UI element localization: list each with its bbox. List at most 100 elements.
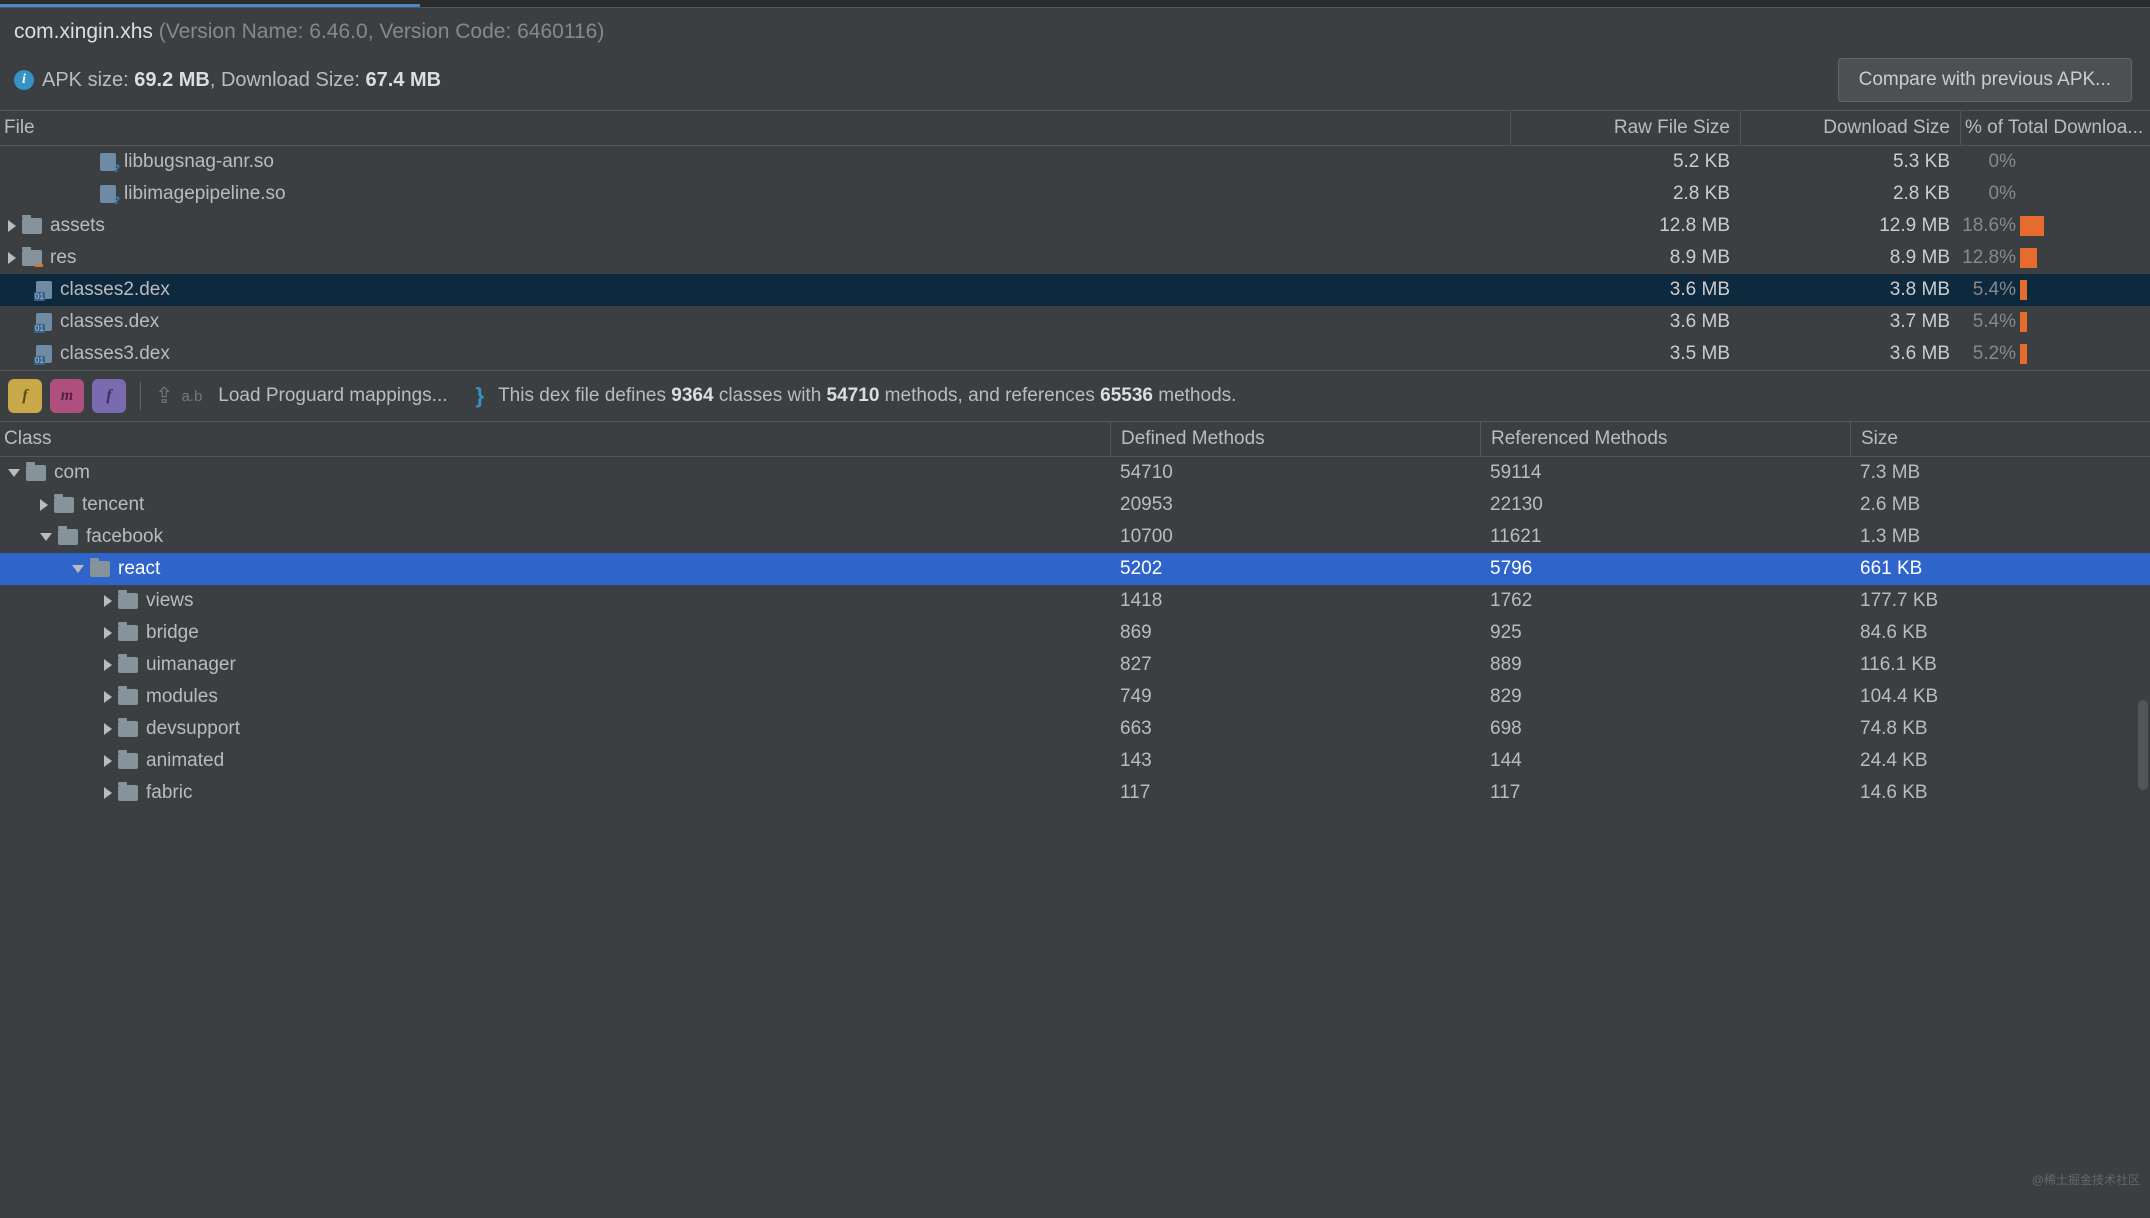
package-title: com.xingin.xhs (Version Name: 6.46.0, Ve… xyxy=(14,20,2136,44)
class-row[interactable]: devsupport66369874.8 KB xyxy=(0,713,2150,745)
col-file[interactable]: File xyxy=(0,111,1510,145)
filter-fields-button[interactable]: f xyxy=(8,379,42,413)
pct-bar xyxy=(2020,216,2044,236)
expand-icon[interactable] xyxy=(104,627,112,639)
class-size: 14.6 KB xyxy=(1850,782,2150,804)
compare-apk-button[interactable]: Compare with previous APK... xyxy=(1838,58,2132,102)
file-name: classes3.dex xyxy=(60,343,170,365)
file-icon xyxy=(100,153,116,171)
code-icon: } xyxy=(476,383,485,409)
class-name: modules xyxy=(146,686,218,708)
file-row[interactable]: res8.9 MB8.9 MB12.8% xyxy=(0,242,2150,274)
class-size: 177.7 KB xyxy=(1850,590,2150,612)
file-row[interactable]: classes2.dex3.6 MB3.8 MB5.4% xyxy=(0,274,2150,306)
collapse-icon[interactable] xyxy=(72,565,84,573)
expand-icon[interactable] xyxy=(8,252,16,264)
filter-methods-button[interactable]: m xyxy=(50,379,84,413)
col-download-size[interactable]: Download Size xyxy=(1740,111,1960,145)
defined-methods: 869 xyxy=(1110,622,1480,644)
class-size: 1.3 MB xyxy=(1850,526,2150,548)
package-icon xyxy=(58,529,78,545)
scrollbar-class-panel[interactable] xyxy=(2138,700,2148,790)
collapse-icon[interactable] xyxy=(8,469,20,477)
regex-icon[interactable]: a.b xyxy=(181,388,202,405)
class-row[interactable]: animated14314424.4 KB xyxy=(0,745,2150,777)
pct-label: 5.4% xyxy=(1960,279,2020,301)
referenced-methods: 889 xyxy=(1480,654,1850,676)
expand-icon[interactable] xyxy=(40,499,48,511)
col-size[interactable]: Size xyxy=(1850,422,2150,456)
file-row[interactable]: libimagepipeline.so2.8 KB2.8 KB0% xyxy=(0,178,2150,210)
class-name: fabric xyxy=(146,782,192,804)
apk-size-info: i APK size: 69.2 MB, Download Size: 67.4… xyxy=(14,69,441,92)
class-row[interactable]: facebook10700116211.3 MB xyxy=(0,521,2150,553)
referenced-methods: 5796 xyxy=(1480,558,1850,580)
defined-methods: 1418 xyxy=(1110,590,1480,612)
raw-size: 5.2 KB xyxy=(1510,151,1740,173)
class-size: 84.6 KB xyxy=(1850,622,2150,644)
expand-icon[interactable] xyxy=(104,691,112,703)
download-size: 3.8 MB xyxy=(1740,279,1960,301)
referenced-methods: 22130 xyxy=(1480,494,1850,516)
expand-icon[interactable] xyxy=(8,220,16,232)
file-name: libimagepipeline.so xyxy=(124,183,286,205)
class-row[interactable]: fabric11711714.6 KB xyxy=(0,777,2150,809)
package-icon xyxy=(90,561,110,577)
class-row[interactable]: com54710591147.3 MB xyxy=(0,457,2150,489)
class-name: react xyxy=(118,558,160,580)
class-rows: com54710591147.3 MBtencent20953221302.6 … xyxy=(0,457,2150,809)
class-row[interactable]: bridge86992584.6 KB xyxy=(0,617,2150,649)
class-row[interactable]: tencent20953221302.6 MB xyxy=(0,489,2150,521)
filter-referenced-button[interactable]: f xyxy=(92,379,126,413)
defined-methods: 827 xyxy=(1110,654,1480,676)
nav-up-icon[interactable]: ⇪ xyxy=(155,383,173,409)
class-name: tencent xyxy=(82,494,144,516)
referenced-methods: 1762 xyxy=(1480,590,1850,612)
raw-size: 2.8 KB xyxy=(1510,183,1740,205)
class-name: devsupport xyxy=(146,718,240,740)
package-icon xyxy=(118,657,138,673)
pct-label: 5.4% xyxy=(1960,311,2020,333)
col-class[interactable]: Class xyxy=(0,422,1110,456)
raw-size: 3.6 MB xyxy=(1510,279,1740,301)
download-size: 3.7 MB xyxy=(1740,311,1960,333)
defined-methods: 5202 xyxy=(1110,558,1480,580)
class-name: views xyxy=(146,590,194,612)
file-row[interactable]: libbugsnag-anr.so5.2 KB5.3 KB0% xyxy=(0,146,2150,178)
file-row[interactable]: classes.dex3.6 MB3.7 MB5.4% xyxy=(0,306,2150,338)
file-row[interactable]: assets12.8 MB12.9 MB18.6% xyxy=(0,210,2150,242)
toolbar-separator xyxy=(140,382,141,410)
expand-icon[interactable] xyxy=(104,595,112,607)
collapse-icon[interactable] xyxy=(40,533,52,541)
load-proguard-link[interactable]: Load Proguard mappings... xyxy=(218,385,447,407)
class-row[interactable]: modules749829104.4 KB xyxy=(0,681,2150,713)
class-size: 116.1 KB xyxy=(1850,654,2150,676)
file-row[interactable]: classes3.dex3.5 MB3.6 MB5.2% xyxy=(0,338,2150,370)
dex-summary: This dex file defines 9364 classes with … xyxy=(498,385,1236,407)
raw-size: 8.9 MB xyxy=(1510,247,1740,269)
file-icon xyxy=(100,185,116,203)
expand-icon[interactable] xyxy=(104,659,112,671)
expand-icon[interactable] xyxy=(104,723,112,735)
defined-methods: 10700 xyxy=(1110,526,1480,548)
defined-methods: 749 xyxy=(1110,686,1480,708)
referenced-methods: 117 xyxy=(1480,782,1850,804)
class-name: com xyxy=(54,462,90,484)
expand-icon[interactable] xyxy=(104,755,112,767)
class-row[interactable]: uimanager827889116.1 KB xyxy=(0,649,2150,681)
col-referenced-methods[interactable]: Referenced Methods xyxy=(1480,422,1850,456)
class-size: 74.8 KB xyxy=(1850,718,2150,740)
col-raw-size[interactable]: Raw File Size xyxy=(1510,111,1740,145)
col-defined-methods[interactable]: Defined Methods xyxy=(1110,422,1480,456)
expand-icon[interactable] xyxy=(104,787,112,799)
col-pct-total[interactable]: % of Total Downloa... xyxy=(1960,111,2150,145)
version-meta: (Version Name: 6.46.0, Version Code: 646… xyxy=(159,20,605,43)
class-row[interactable]: views 14181762177.7 KB xyxy=(0,585,2150,617)
class-row[interactable]: react 52025796661 KB xyxy=(0,553,2150,585)
file-name: libbugsnag-anr.so xyxy=(124,151,274,173)
download-size: 12.9 MB xyxy=(1740,215,1960,237)
pct-label: 0% xyxy=(1960,151,2020,173)
package-icon xyxy=(54,497,74,513)
package-icon xyxy=(118,689,138,705)
class-size: 661 KB xyxy=(1850,558,2150,580)
